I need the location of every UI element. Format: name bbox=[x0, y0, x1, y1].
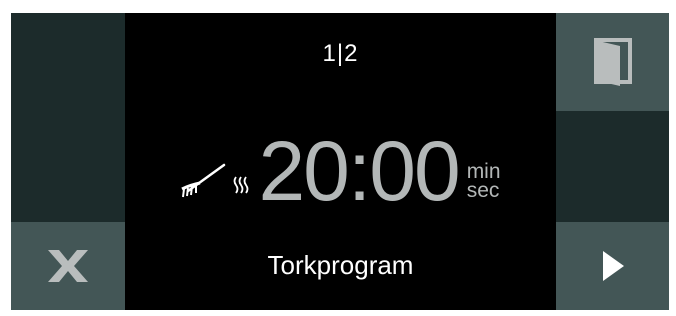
left-top-panel bbox=[11, 13, 125, 222]
program-name: Torkprogram bbox=[267, 250, 414, 280]
next-button[interactable] bbox=[556, 222, 669, 310]
timer-units: min sec bbox=[466, 161, 501, 202]
brush-steam-icon bbox=[181, 163, 249, 198]
center-display: 1|2 20:00 min sec Torkprogram bbox=[125, 13, 556, 310]
unit-sec: sec bbox=[466, 179, 500, 202]
oven-display: 1|2 20:00 min sec Torkprogram bbox=[11, 13, 669, 310]
door-icon bbox=[593, 38, 632, 86]
cancel-button[interactable] bbox=[11, 222, 125, 310]
page-indicator: 1|2 bbox=[322, 40, 359, 67]
x-close-icon bbox=[48, 250, 88, 282]
door-button[interactable] bbox=[556, 13, 669, 111]
timer-value: 20:00 bbox=[258, 124, 460, 218]
right-middle-panel bbox=[556, 111, 669, 222]
timer-row: 20:00 min sec bbox=[125, 124, 556, 218]
play-next-icon bbox=[602, 251, 624, 281]
